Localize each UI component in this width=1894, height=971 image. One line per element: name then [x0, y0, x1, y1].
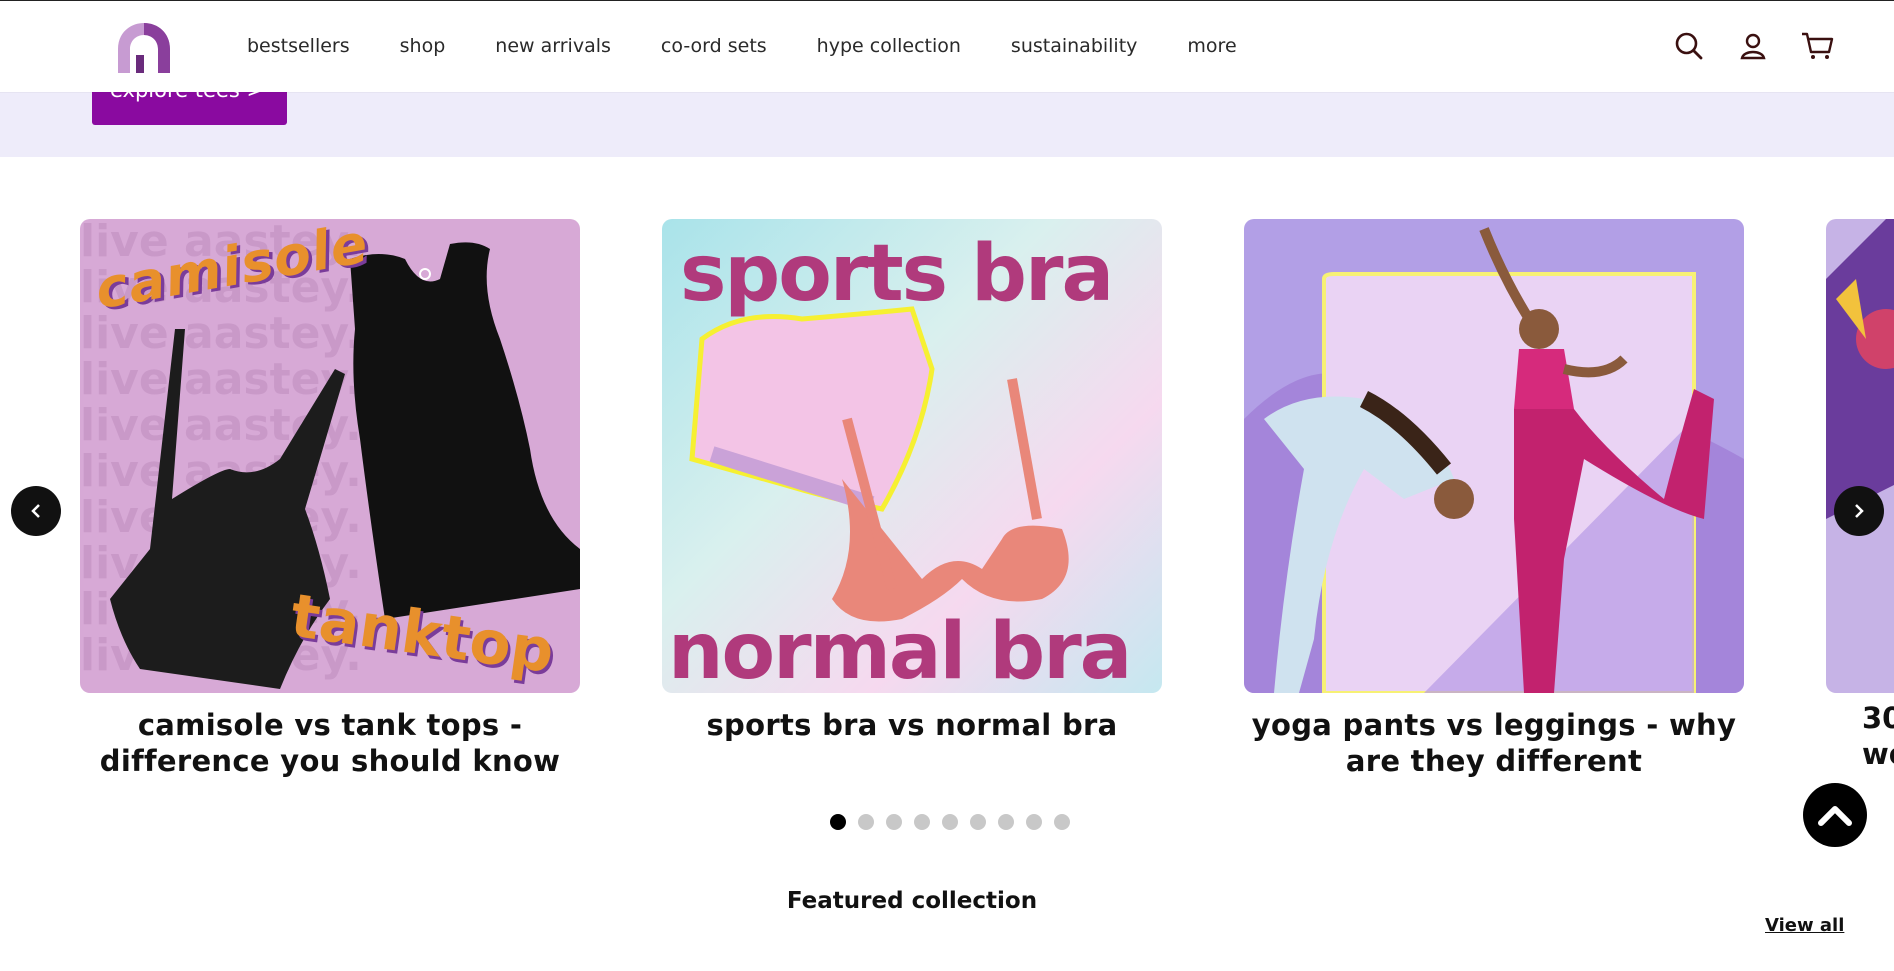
blog-card-image[interactable] [1244, 219, 1744, 693]
blog-card-image[interactable]: sports bra normal bra [662, 219, 1162, 693]
carousel-dot-5[interactable] [942, 814, 958, 830]
back-to-top-button[interactable] [1803, 783, 1867, 847]
nav-more[interactable]: more [1187, 35, 1236, 57]
blog-card-title[interactable]: sports bra vs normal bra [662, 707, 1162, 743]
carousel-dot-9[interactable] [1054, 814, 1070, 830]
nav-shop[interactable]: shop [400, 35, 446, 57]
partial-card-title[interactable]: 30wo [1862, 700, 1894, 772]
blog-card[interactable]: yoga pants vs leggings - why are they di… [1244, 219, 1744, 779]
blog-card-partial[interactable] [1826, 219, 1894, 693]
carousel-dot-7[interactable] [998, 814, 1014, 830]
sports-bra-graphic-text: sports bra [680, 229, 1114, 319]
chevron-up-icon [1818, 806, 1852, 826]
nav-new-arrivals[interactable]: new arrivals [495, 35, 611, 57]
site-header: bestsellers shop new arrivals co-ord set… [0, 0, 1894, 92]
carousel-next-button[interactable] [1834, 486, 1884, 536]
blog-card[interactable]: sports bra normal bra sports bra vs norm… [662, 219, 1162, 743]
account-icon[interactable] [1736, 29, 1770, 63]
nav-sustainability[interactable]: sustainability [1011, 35, 1138, 57]
carousel-prev-button[interactable] [11, 486, 61, 536]
carousel-dot-1[interactable] [830, 814, 846, 830]
header-actions [1672, 29, 1834, 63]
blog-card-title[interactable]: yoga pants vs leggings - why are they di… [1244, 707, 1744, 779]
brand-logo[interactable] [110, 19, 176, 75]
nav-hype-collection[interactable]: hype collection [817, 35, 961, 57]
carousel-dot-8[interactable] [1026, 814, 1042, 830]
carousel-dot-6[interactable] [970, 814, 986, 830]
search-icon[interactable] [1672, 29, 1706, 63]
carousel-pagination [830, 814, 1070, 830]
carousel-dot-2[interactable] [858, 814, 874, 830]
nav-bestsellers[interactable]: bestsellers [247, 35, 350, 57]
blog-card-image[interactable] [1826, 219, 1894, 693]
normal-bra-graphic-text: normal bra [668, 607, 1132, 693]
carousel-dot-3[interactable] [886, 814, 902, 830]
view-all-link[interactable]: View all [1765, 915, 1844, 936]
carousel-dot-4[interactable] [914, 814, 930, 830]
blog-card[interactable]: live aastey. live aastey. live aastey. l… [80, 219, 580, 779]
blog-card-title[interactable]: camisole vs tank tops - difference you s… [80, 707, 580, 779]
main-nav: bestsellers shop new arrivals co-ord set… [247, 35, 1287, 57]
cart-icon[interactable] [1800, 29, 1834, 63]
blog-card-image[interactable]: live aastey. live aastey. live aastey. l… [80, 219, 580, 693]
featured-collection-heading: Featured collection [786, 888, 1038, 914]
nav-co-ord-sets[interactable]: co-ord sets [661, 35, 767, 57]
